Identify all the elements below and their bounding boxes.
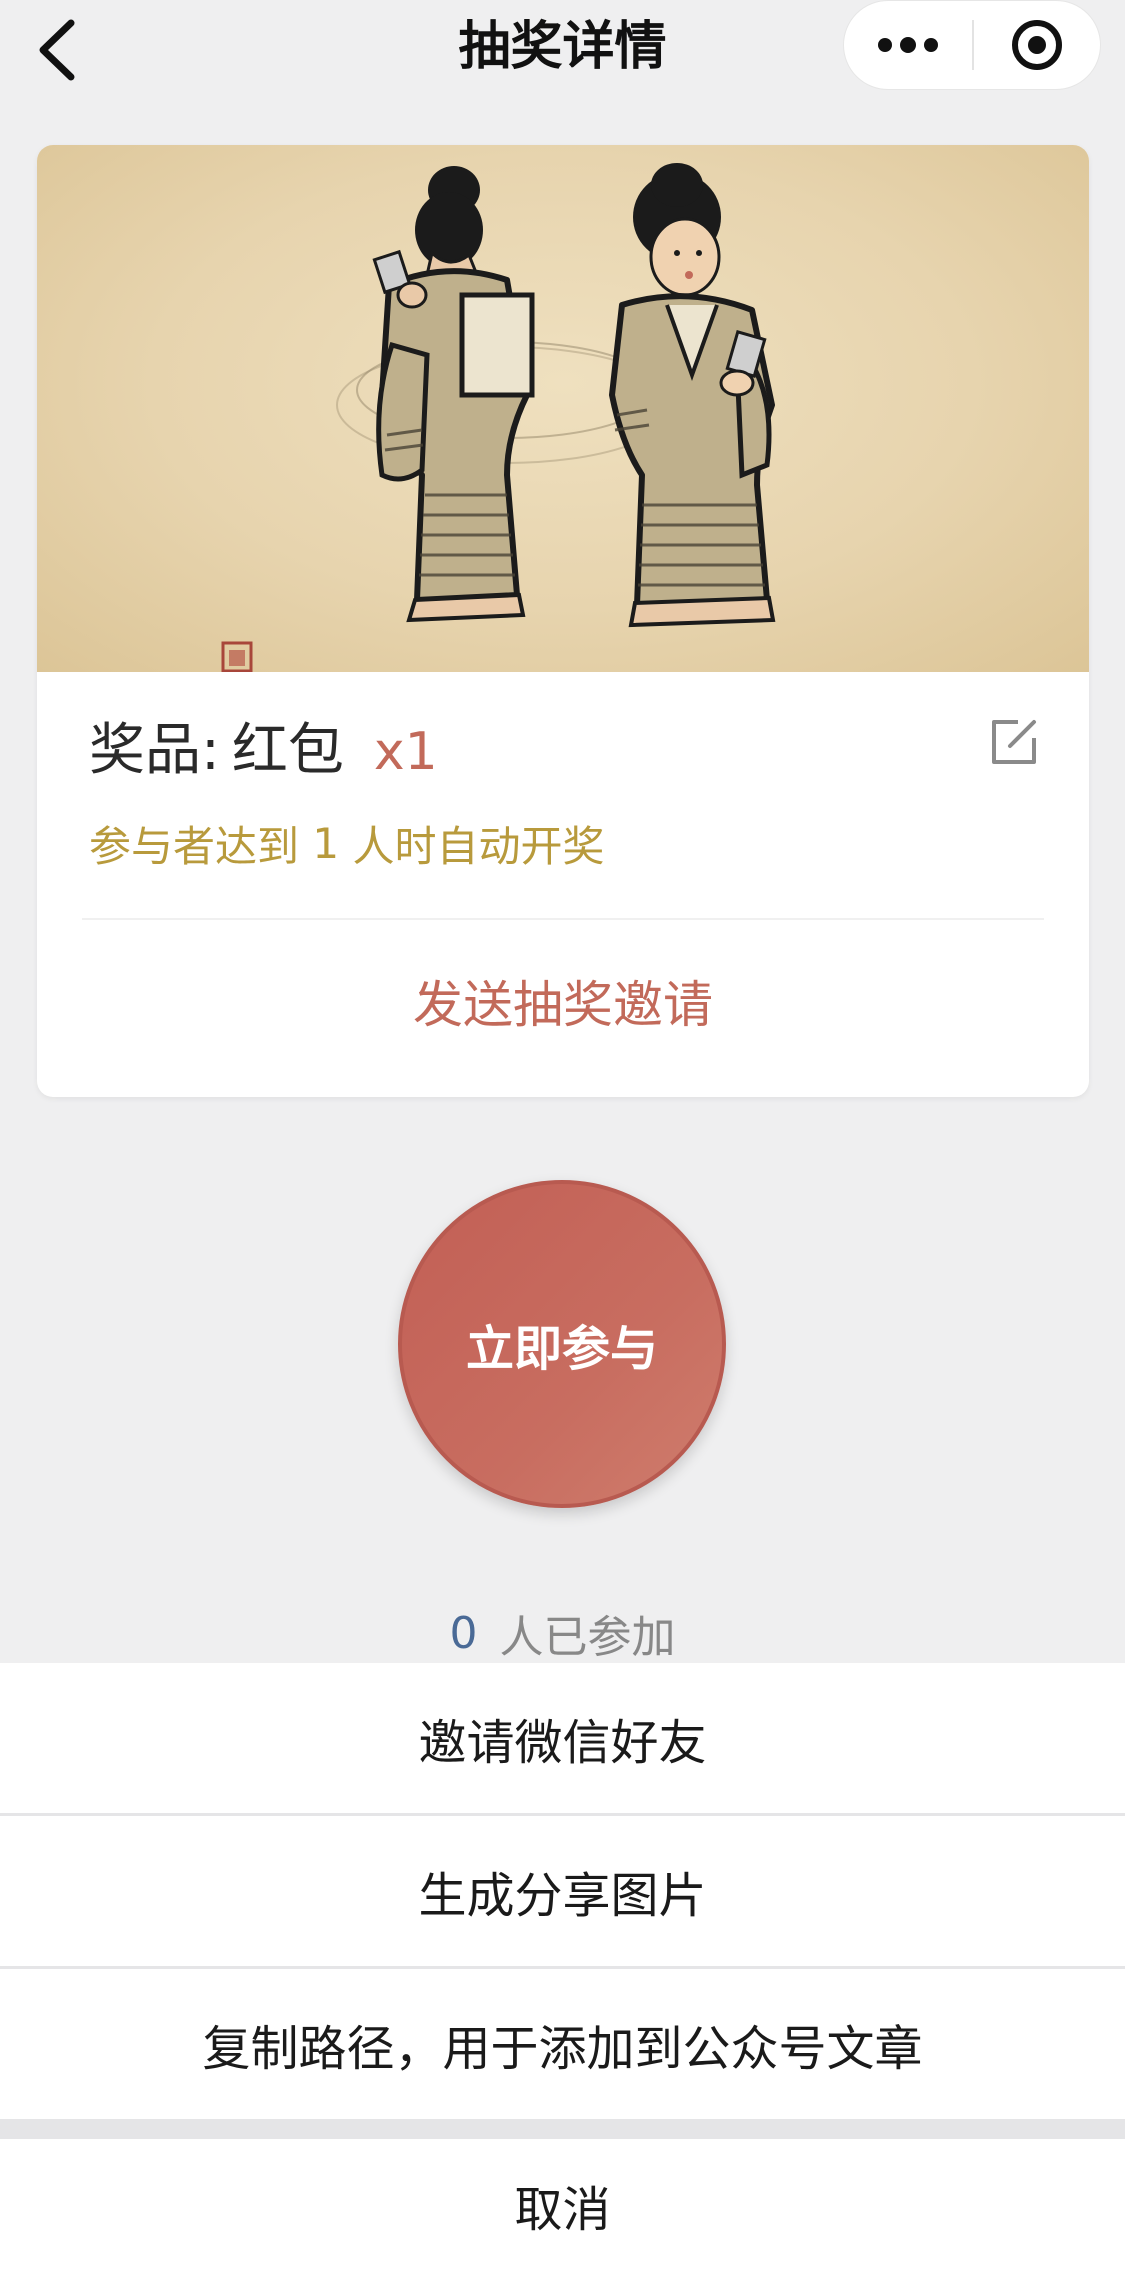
send-invite-button[interactable]: 发送抽奖邀请: [37, 940, 1089, 1070]
share-action-sheet: 邀请微信好友 生成分享图片 复制路径，用于添加到公众号文章 取消: [0, 1663, 1125, 2270]
prize-quantity: x1: [373, 722, 438, 782]
two-ladies-in-kimono-illustration: [221, 163, 776, 673]
more-dots-icon: [878, 37, 938, 53]
mini-program-capsule: [843, 0, 1101, 90]
invite-wechat-friends-option[interactable]: 邀请微信好友: [0, 1663, 1125, 1813]
prize-card: 奖品: 红包 x1 参与者达到 1 人时自动开奖 发送抽奖邀请: [37, 145, 1089, 1097]
participant-label: 人已参加: [499, 1612, 676, 1663]
target-close-icon: [1012, 20, 1062, 70]
cancel-button[interactable]: 取消: [0, 2139, 1125, 2270]
navigation-bar: 抽奖详情: [0, 0, 1125, 100]
participant-number: 0: [449, 1607, 478, 1659]
edit-icon: [992, 720, 1036, 764]
close-mini-program-button[interactable]: [974, 0, 1100, 90]
prize-label: 奖品:: [89, 718, 220, 783]
copy-path-option[interactable]: 复制路径，用于添加到公众号文章: [0, 1969, 1125, 2119]
generate-share-image-option[interactable]: 生成分享图片: [0, 1816, 1125, 1966]
more-button[interactable]: [844, 0, 972, 90]
prize-name: 红包: [231, 718, 344, 783]
join-now-button[interactable]: 立即参与: [398, 1180, 726, 1508]
prize-image: [37, 145, 1089, 673]
join-now-label: 立即参与: [465, 1321, 658, 1377]
rule-count: 1: [312, 818, 340, 868]
prize-info: 奖品: 红包 x1: [89, 705, 438, 785]
card-divider: [82, 918, 1044, 920]
participant-count: 0 人已参加: [0, 1600, 1125, 1666]
rule-suffix: 人时自动开奖: [352, 821, 605, 871]
rule-prefix: 参与者达到: [89, 821, 300, 871]
draw-rule: 参与者达到 1 人时自动开奖: [89, 813, 604, 873]
edit-button[interactable]: [982, 710, 1046, 774]
